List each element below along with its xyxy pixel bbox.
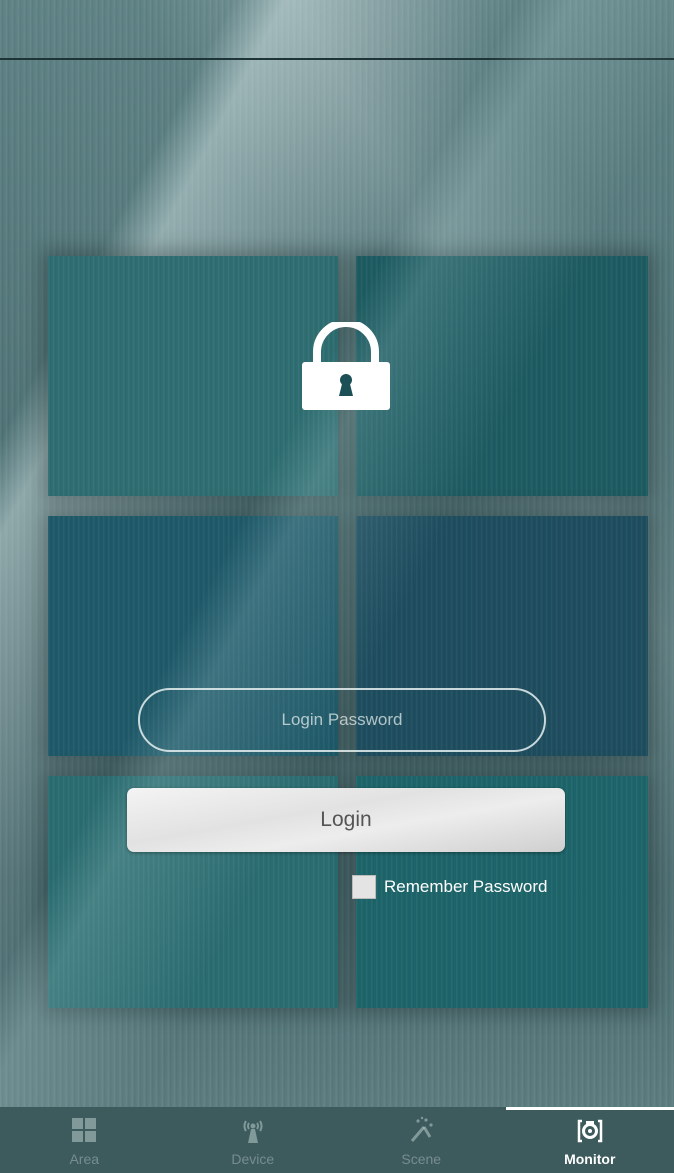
remember-password-option[interactable]: Remember Password — [352, 874, 547, 900]
lock-icon — [301, 319, 391, 412]
scene-wand-icon — [411, 1116, 433, 1142]
camera-icon — [577, 1119, 602, 1143]
tab-monitor-label: Monitor — [564, 1151, 616, 1167]
tab-device-label: Device — [231, 1151, 275, 1167]
remember-password-checkbox[interactable] — [352, 875, 376, 899]
bottom-tab-bar: Area Device Scene Monitor — [0, 1107, 674, 1173]
remember-password-label: Remember Password — [384, 877, 548, 896]
tile-top-right — [356, 256, 648, 496]
tab-area[interactable]: Area — [0, 1107, 169, 1173]
grid-icon — [72, 1118, 97, 1142]
password-field[interactable] — [138, 688, 546, 752]
tab-monitor[interactable]: Monitor — [505, 1107, 674, 1173]
tab-scene[interactable]: Scene — [337, 1107, 506, 1173]
tab-device[interactable]: Device — [169, 1107, 338, 1173]
login-button[interactable]: Login — [127, 788, 565, 852]
tab-scene-label: Scene — [401, 1151, 442, 1167]
antenna-icon — [243, 1120, 263, 1143]
password-input[interactable] — [140, 689, 544, 751]
top-divider — [0, 58, 674, 60]
tile-top-left — [48, 256, 338, 496]
tab-area-label: Area — [69, 1151, 100, 1167]
